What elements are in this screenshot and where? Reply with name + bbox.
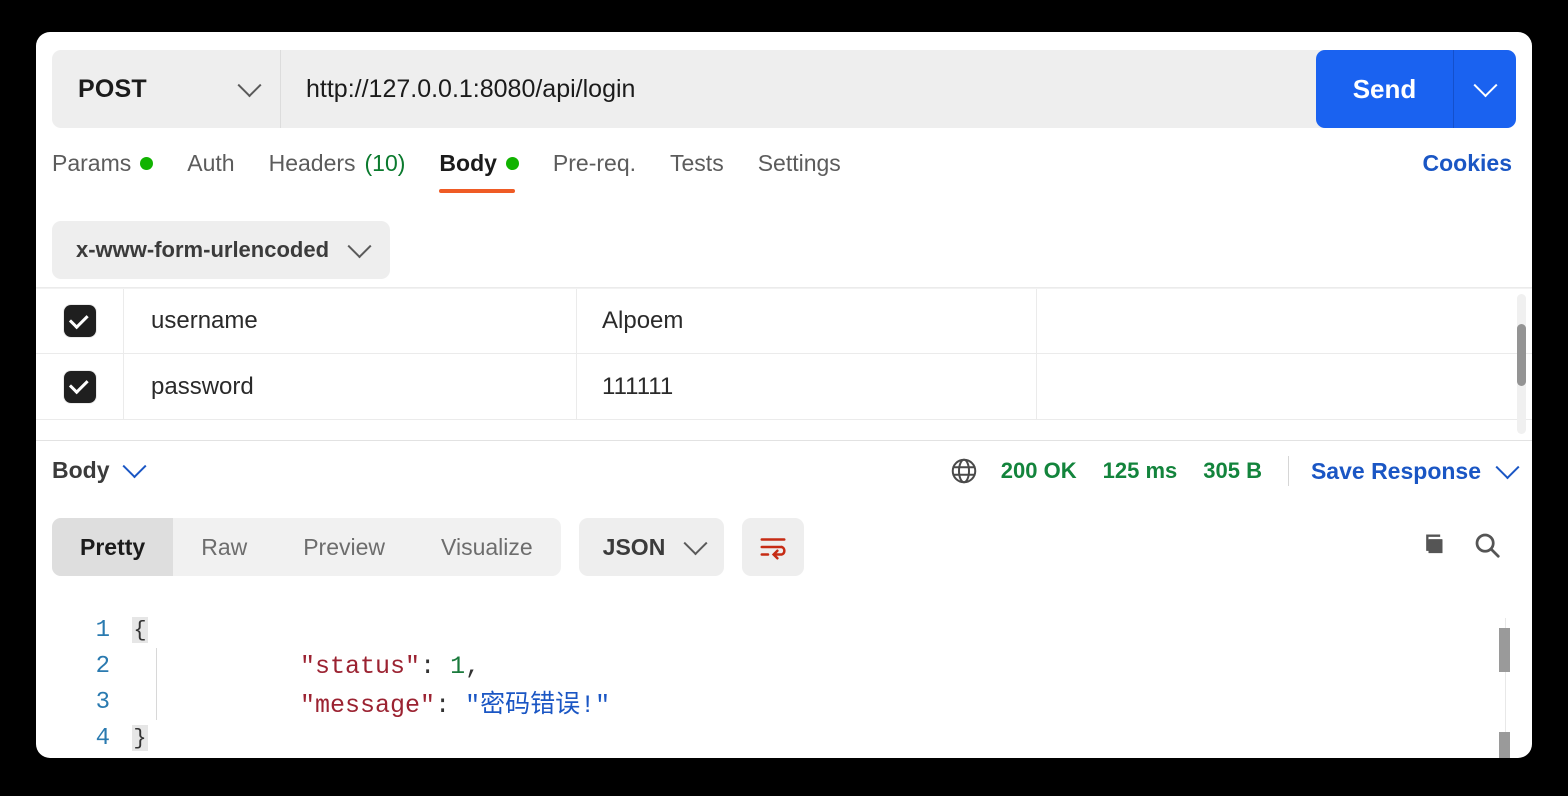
response-status-bar: Body 200 OK 125 ms 305 B Save Response — [36, 440, 1532, 500]
tab-preview[interactable]: Preview — [275, 518, 413, 576]
code-text: "message": "密码错误!" — [180, 655, 610, 749]
row-enabled-checkbox[interactable] — [63, 370, 96, 403]
row-value-cell[interactable]: Alpoem — [577, 289, 1037, 353]
request-tabs: Params Auth Headers (10) Body Pre-req. T… — [52, 140, 1516, 198]
http-method-select[interactable]: POST — [52, 50, 281, 128]
send-button-group: Send — [1316, 50, 1516, 128]
tab-raw[interactable]: Raw — [173, 518, 275, 576]
http-method-label: POST — [78, 74, 147, 103]
fold-marker[interactable]: { — [132, 617, 148, 643]
request-response-panel: POST http://127.0.0.1:8080/api/login Sen… — [36, 32, 1532, 758]
response-section-select[interactable]: Body — [52, 454, 147, 484]
json-key: "message" — [300, 691, 436, 720]
tab-headers[interactable]: Headers (10) — [269, 140, 406, 177]
line-number: 1 — [95, 616, 110, 644]
response-format-segmented: Pretty Raw Preview Visualize — [52, 518, 561, 576]
line-number: 2 — [95, 652, 110, 680]
copy-icon[interactable] — [1418, 531, 1446, 559]
response-size: 305 B — [1203, 458, 1262, 483]
send-button[interactable]: Send — [1316, 50, 1454, 128]
globe-icon — [949, 456, 979, 486]
tab-body[interactable]: Body — [439, 140, 519, 193]
chevron-down-icon — [237, 72, 262, 97]
line-number: 4 — [95, 724, 110, 752]
chevron-down-icon — [1472, 72, 1498, 97]
code-scrollbar-thumb[interactable] — [1499, 628, 1510, 672]
body-type-select[interactable]: x-www-form-urlencoded — [52, 221, 391, 279]
fold-marker[interactable]: } — [132, 725, 148, 751]
chevron-down-icon — [683, 530, 708, 555]
row-description-cell[interactable] — [1037, 289, 1532, 353]
tab-pre-request[interactable]: Pre-req. — [553, 140, 636, 177]
save-response-button[interactable]: Save Response — [1311, 458, 1481, 485]
row-description-cell[interactable] — [1037, 354, 1532, 419]
fold-marker — [132, 653, 148, 679]
divider — [1287, 456, 1289, 486]
json-punct: : — [435, 691, 466, 720]
response-language-select[interactable]: JSON — [578, 518, 725, 576]
response-language-label: JSON — [602, 533, 666, 560]
response-section-label: Body — [52, 457, 110, 483]
word-wrap-button[interactable] — [742, 518, 805, 576]
row-enable-cell — [36, 354, 124, 419]
row-key-cell[interactable]: username — [124, 289, 577, 353]
tab-visualize[interactable]: Visualize — [413, 518, 561, 576]
json-string: "密码错误!" — [465, 691, 611, 720]
chevron-down-icon[interactable] — [1495, 454, 1520, 479]
fold-marker — [132, 689, 148, 715]
unsaved-dot-icon — [505, 157, 519, 170]
row-enable-cell — [36, 289, 124, 353]
row-value-cell[interactable]: 111111 — [577, 354, 1037, 419]
line-number: 3 — [95, 688, 110, 716]
chevron-down-icon — [347, 233, 372, 258]
tab-settings[interactable]: Settings — [758, 140, 841, 177]
tab-auth[interactable]: Auth — [187, 140, 234, 177]
body-type-label: x-www-form-urlencoded — [76, 237, 330, 262]
table-row[interactable]: username Alpoem — [36, 288, 1532, 354]
response-meta: 200 OK 125 ms 305 B Save Response — [949, 441, 1520, 501]
row-key-cell[interactable]: password — [124, 354, 577, 419]
params-table: username Alpoem password 111111 — [36, 287, 1532, 439]
indent-guide — [156, 648, 157, 684]
search-icon[interactable] — [1472, 530, 1502, 560]
code-scrollbar-thumb[interactable] — [1499, 732, 1510, 758]
response-body-code[interactable]: 1 { 2 "status": 1, 3 "message": "密码错误!" … — [36, 612, 1532, 758]
row-enabled-checkbox[interactable] — [63, 305, 96, 337]
url-bar: POST http://127.0.0.1:8080/api/login Sen… — [52, 50, 1516, 128]
table-row[interactable]: password 111111 — [36, 354, 1532, 420]
status-code: 200 OK — [1000, 458, 1077, 483]
code-line: 3 "message": "密码错误!" — [36, 684, 1532, 720]
unsaved-dot-icon — [140, 157, 154, 170]
response-time: 125 ms — [1102, 458, 1178, 483]
indent-guide — [156, 684, 157, 720]
send-options-button[interactable] — [1454, 50, 1516, 128]
tab-pretty[interactable]: Pretty — [52, 518, 174, 576]
tab-params[interactable]: Params — [52, 140, 154, 177]
params-table-scrollbar[interactable] — [1517, 294, 1526, 434]
tab-tests[interactable]: Tests — [670, 140, 724, 177]
cookies-link[interactable]: Cookies — [1423, 150, 1512, 177]
headers-count: (10) — [364, 150, 406, 176]
chevron-down-icon — [121, 454, 147, 479]
response-view-tabs: Pretty Raw Preview Visualize JSON — [52, 518, 805, 576]
scrollbar-thumb[interactable] — [1517, 324, 1526, 386]
response-action-icons — [1418, 530, 1502, 560]
